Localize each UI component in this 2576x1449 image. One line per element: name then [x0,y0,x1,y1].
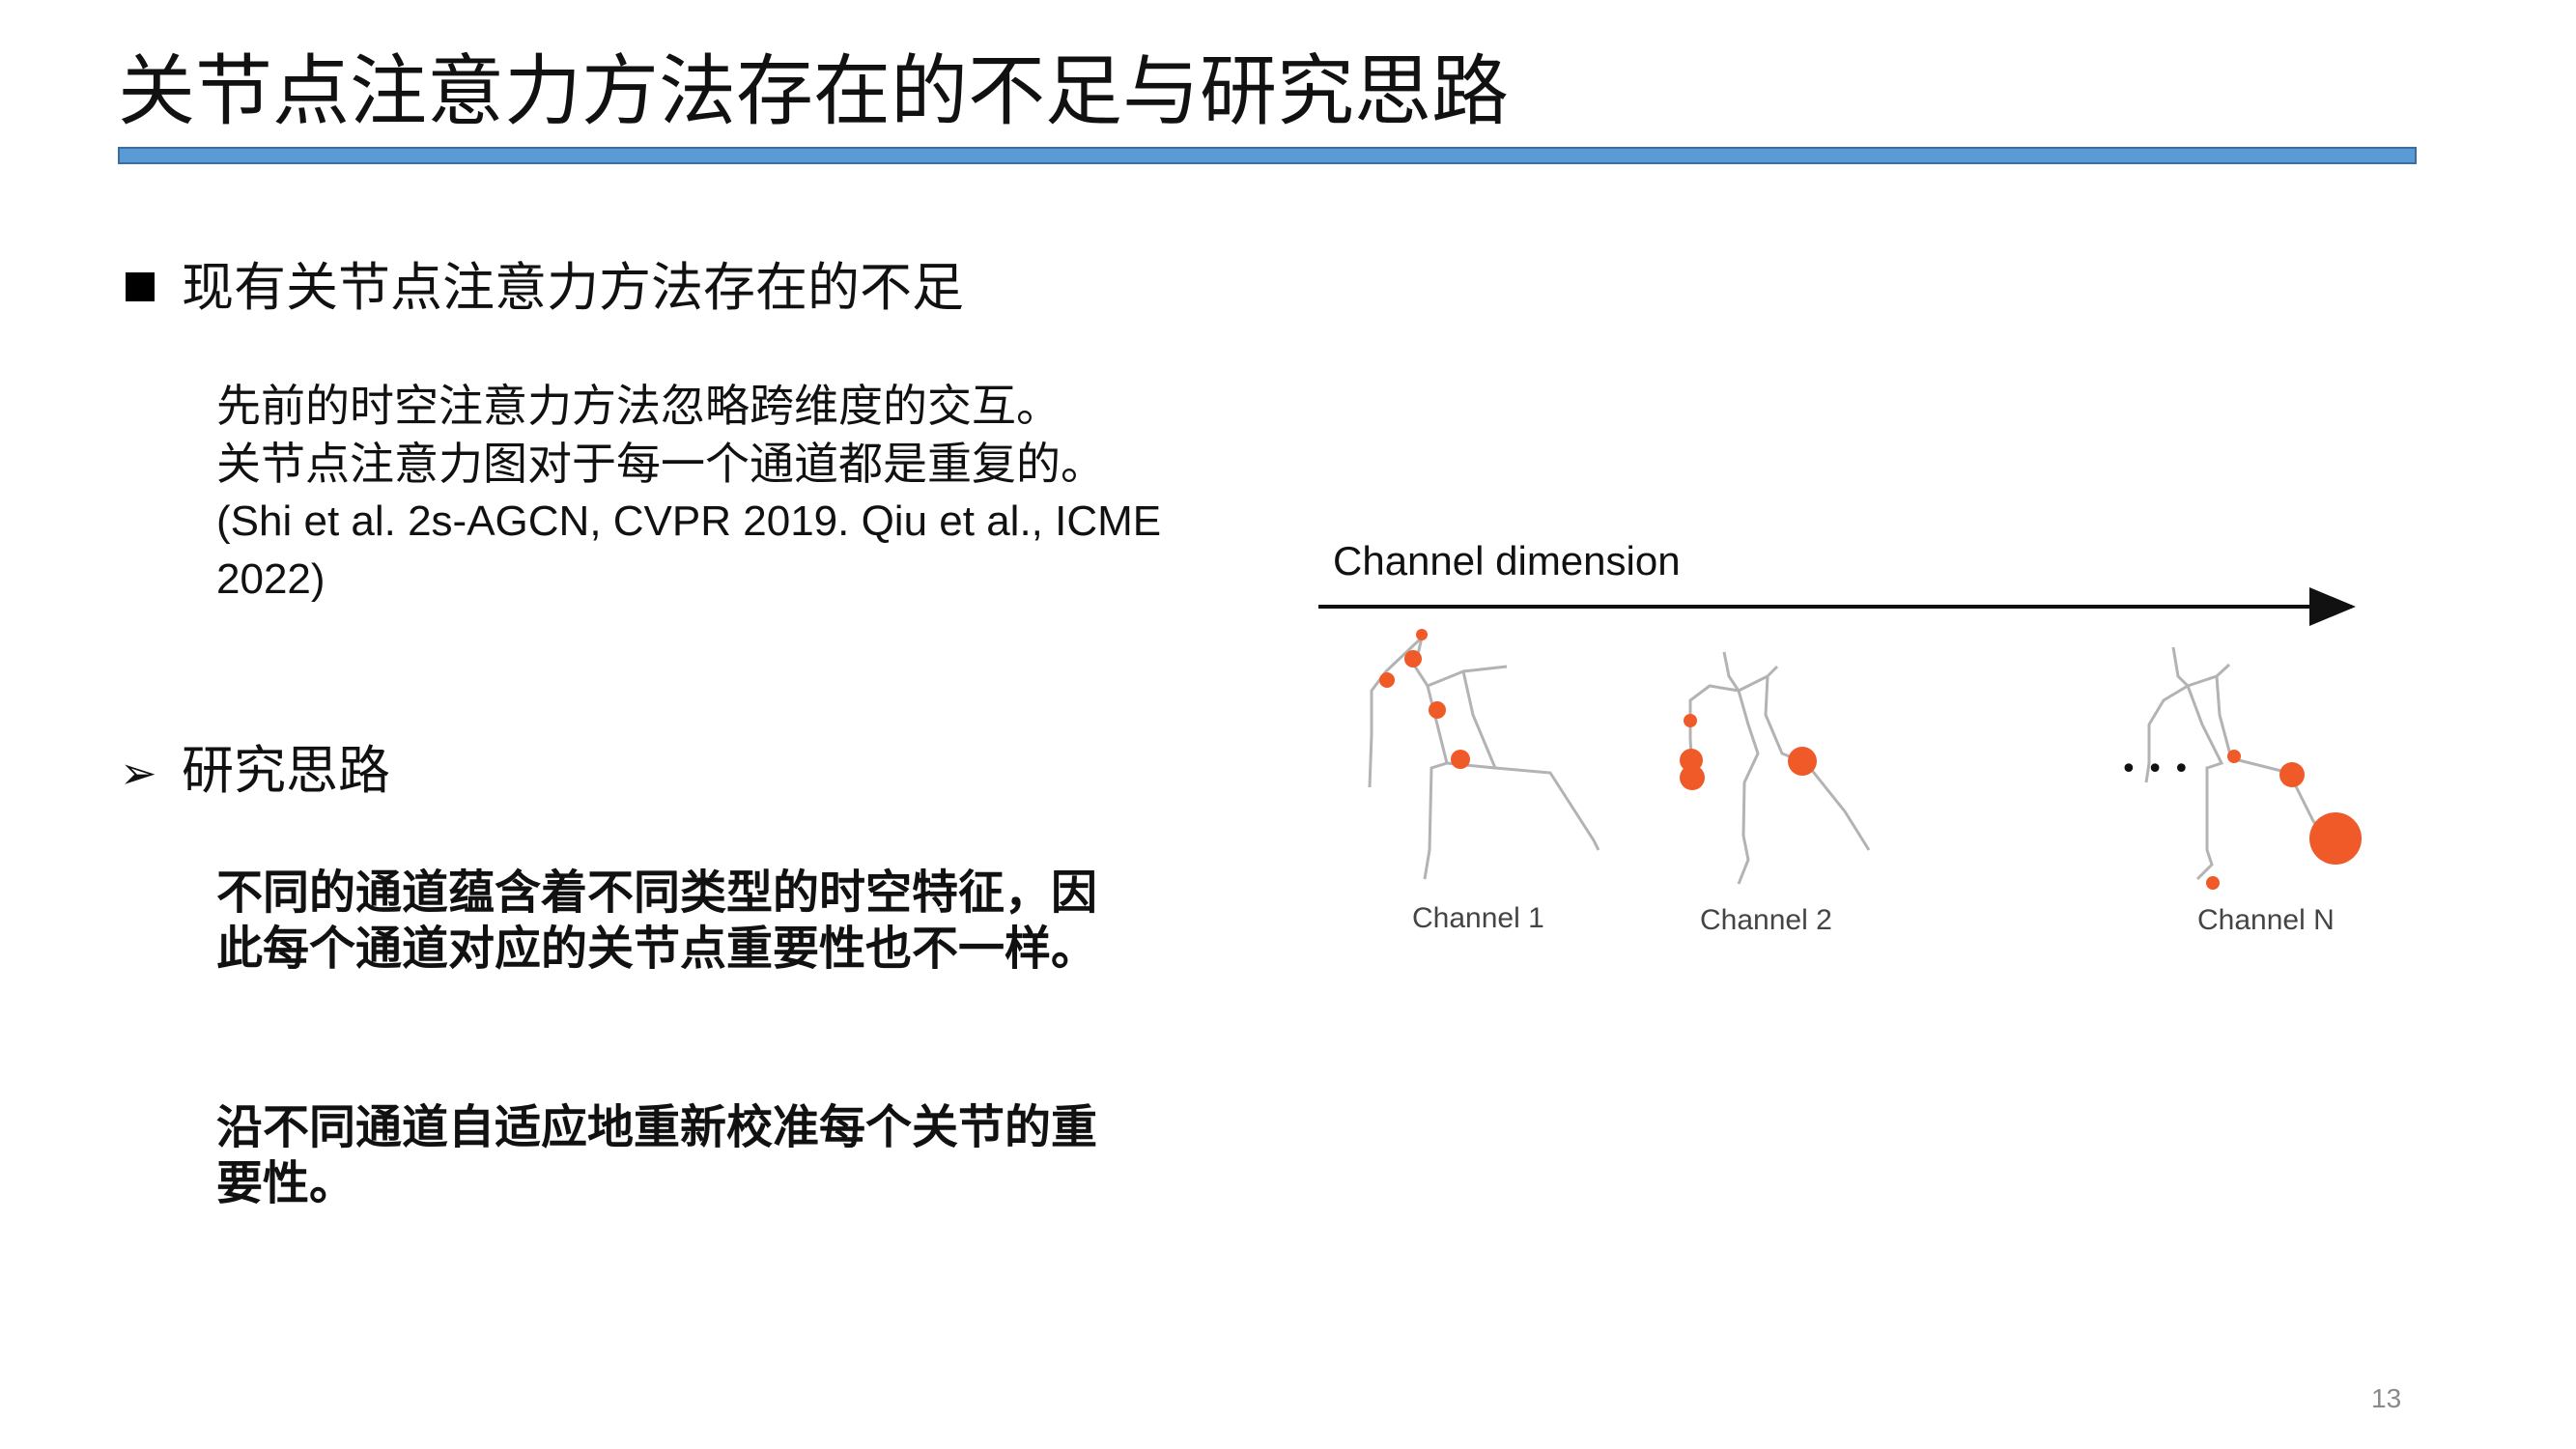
channel-ellipsis: • • • [2120,753,2190,786]
section2-paragraph-2: 沿不同通道自适应地重新校准每个关节的重要性。 [216,1100,1098,1210]
square-bullet-icon [126,272,155,301]
section1-body: 先前的时空注意力方法忽略跨维度的交互。 关节点注意力图对于每一个通道都是重复的。… [216,377,1182,609]
skeleton-channel-1 [1368,636,1600,880]
section1-heading: 现有关节点注意力方法存在的不足 [182,257,964,318]
section2-paragraph-1: 不同的通道蕴含着不同类型的时空特征，因此每个通道对应的关节点重要性也不一样。 [216,866,1098,976]
channel-2-label: Channel 2 [1700,904,1832,936]
channel-dimension-label: Channel dimension [1333,538,1681,583]
channel-n-label: Channel N [2197,904,2335,936]
section2-heading: 研究思路 [182,740,390,801]
channel-attention-figure: Channel dimension • • • Channel 1 Channe… [1318,538,2362,936]
skeleton-channel-2 [1688,651,1871,885]
channel-1-label: Channel 1 [1412,902,1544,934]
title-underline [118,147,2417,164]
arrow-bullet-icon: ➢ [120,747,157,799]
section1-line-1: 先前的时空注意力方法忽略跨维度的交互。 [216,380,1061,432]
slide: 关节点注意力方法存在的不足与研究思路 现有关节点注意力方法存在的不足 先前的时空… [0,0,2576,1449]
section1-line-2: 关节点注意力图对于每一个通道都是重复的。 [216,438,1105,490]
slide-title: 关节点注意力方法存在的不足与研究思路 [118,46,1509,136]
section1-citation: (Shi et al. 2s-AGCN, CVPR 2019. Qiu et a… [216,497,1162,603]
joints-channel-1 [1379,629,1470,769]
page-number: 13 [2371,1383,2402,1413]
joints-channel-n [2206,750,2362,890]
